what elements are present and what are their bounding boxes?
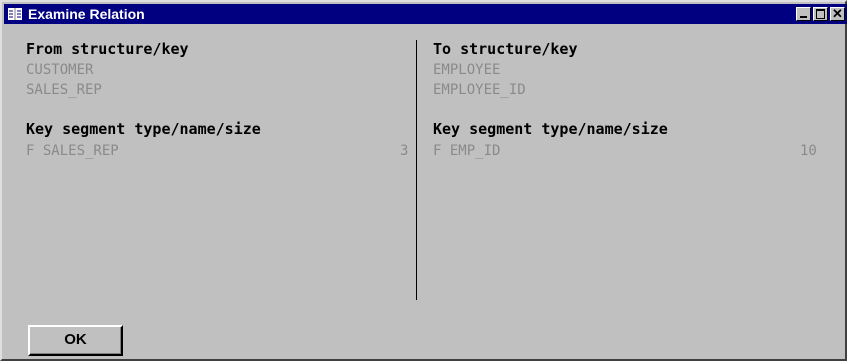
- to-segment-heading: Key segment type/name/size: [433, 120, 668, 138]
- minimize-button[interactable]: [796, 7, 811, 21]
- from-structure-value: CUSTOMER: [26, 62, 94, 78]
- title-bar[interactable]: Examine Relation ✕: [4, 4, 847, 24]
- to-structure-heading: To structure/key: [433, 40, 578, 58]
- from-segment-heading: Key segment type/name/size: [26, 120, 261, 138]
- from-key-value: SALES_REP: [26, 82, 102, 98]
- panel-divider: [416, 40, 417, 300]
- close-button[interactable]: ✕: [830, 6, 845, 21]
- examine-relation-window: Examine Relation ✕ From structure/key CU…: [0, 0, 847, 361]
- maximize-button[interactable]: [813, 7, 828, 21]
- close-icon: ✕: [832, 6, 843, 21]
- ok-button[interactable]: OK: [28, 325, 123, 356]
- to-structure-value: EMPLOYEE: [433, 62, 501, 78]
- to-segment-type-name: F EMP_ID: [433, 143, 501, 159]
- window-title: Examine Relation: [28, 6, 145, 22]
- to-segment-size: 10: [800, 143, 817, 159]
- from-structure-heading: From structure/key: [26, 40, 189, 58]
- to-key-value: EMPLOYEE_ID: [433, 82, 526, 98]
- book-icon: [8, 7, 22, 21]
- from-segment-size: 3: [400, 143, 409, 159]
- from-segment-type-name: F SALES_REP: [26, 143, 119, 159]
